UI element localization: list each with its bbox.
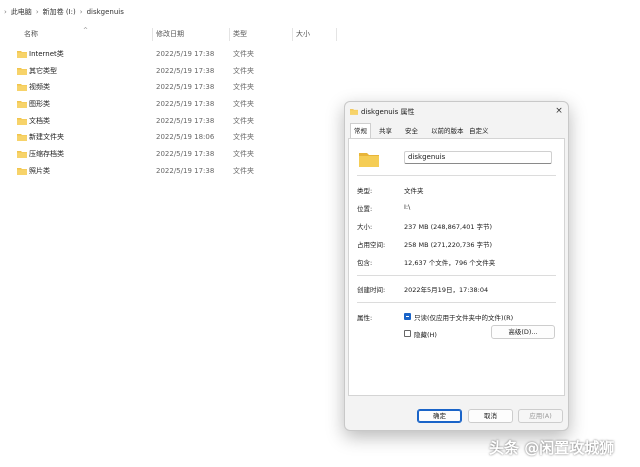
tab-previous-versions[interactable]: 以前的版本 [428, 124, 467, 138]
tab-customize[interactable]: 自定义 [466, 124, 492, 138]
column-divider[interactable] [229, 28, 230, 41]
location-label: 位置: [357, 205, 373, 213]
column-header-type[interactable]: 类型 [233, 26, 247, 42]
location-value: I:\ [404, 203, 411, 211]
properties-dialog: diskgenuis 属性 × 常规 共享 安全 以前的版本 自定义 类型: 文… [344, 101, 569, 431]
folder-name-input[interactable] [404, 151, 552, 164]
breadcrumb-this-pc[interactable]: 此电脑 [11, 7, 32, 17]
size-label: 大小: [357, 223, 373, 231]
tab-sharing[interactable]: 共享 [376, 124, 395, 138]
readonly-checkbox[interactable] [404, 313, 411, 320]
folder-icon [17, 84, 27, 92]
close-icon[interactable]: × [553, 105, 565, 117]
chevron-right-icon: › [35, 8, 39, 16]
file-type: 文件夹 [233, 50, 254, 58]
file-name: Internet类 [29, 50, 64, 58]
hidden-checkbox[interactable] [404, 330, 411, 337]
file-type: 文件夹 [233, 100, 254, 109]
column-header-row: ^ 名称 修改日期 类型 大小 [0, 26, 640, 42]
breadcrumb-volume[interactable]: 新加卷 (I:) [43, 7, 76, 17]
column-header-name[interactable]: 名称 [24, 26, 38, 42]
column-divider[interactable] [152, 28, 153, 41]
file-name: 文档类 [29, 116, 50, 125]
table-row[interactable]: 视频类 2022/5/19 17:38 文件夹 [0, 79, 640, 96]
file-name: 新建文件夹 [29, 133, 64, 142]
sort-up-icon: ^ [83, 27, 89, 34]
file-name: 其它类型 [29, 66, 57, 75]
file-date: 2022/5/19 17:38 [156, 50, 215, 58]
folder-icon [17, 167, 27, 175]
file-type: 文件夹 [233, 66, 254, 75]
dialog-title-bar[interactable]: diskgenuis 属性 × [345, 102, 568, 122]
file-name: 视频类 [29, 83, 50, 92]
breadcrumb: › 此电脑 › 新加卷 (I:) › diskgenuis [0, 0, 640, 24]
folder-icon [17, 67, 27, 75]
file-type: 文件夹 [233, 166, 254, 175]
file-type: 文件夹 [233, 150, 254, 159]
divider [357, 302, 556, 303]
file-date: 2022/5/19 18:06 [156, 133, 215, 142]
folder-icon [17, 151, 27, 159]
column-header-date[interactable]: 修改日期 [156, 26, 184, 42]
apply-button[interactable]: 应用(A) [518, 409, 563, 423]
readonly-label[interactable]: 只读(仅应用于文件夹中的文件)(R) [414, 312, 513, 322]
file-type: 文件夹 [233, 83, 254, 92]
file-date: 2022/5/19 17:38 [156, 166, 215, 175]
folder-icon [350, 109, 358, 115]
folder-icon [17, 101, 27, 109]
breadcrumb-folder[interactable]: diskgenuis [87, 8, 124, 16]
watermark: 头条 @闲置攻城狮 [489, 439, 615, 457]
size-on-disk-value: 258 MB (271,220,736 字节) [404, 241, 493, 249]
file-type: 文件夹 [233, 133, 254, 142]
file-type: 文件夹 [233, 116, 254, 125]
file-name: 图形类 [29, 100, 50, 109]
size-on-disk-label: 占用空间: [357, 241, 386, 249]
table-row[interactable]: Internet类 2022/5/19 17:38 文件夹 [0, 46, 640, 63]
type-value: 文件夹 [404, 187, 424, 195]
chevron-right-icon: › [79, 8, 83, 16]
type-label: 类型: [357, 187, 373, 195]
folder-icon [17, 134, 27, 142]
file-date: 2022/5/19 17:38 [156, 66, 215, 75]
folder-icon [17, 51, 27, 58]
file-name: 压缩存档类 [29, 150, 64, 159]
column-divider[interactable] [336, 28, 337, 41]
ok-button[interactable]: 确定 [417, 409, 462, 423]
tab-security[interactable]: 安全 [402, 124, 421, 138]
column-divider[interactable] [292, 28, 293, 41]
contains-label: 包含: [357, 259, 373, 267]
general-panel: 类型: 文件夹 位置: I:\ 大小: 237 MB (248,867,401 … [348, 138, 565, 396]
dialog-tabs: 常规 共享 安全 以前的版本 自定义 [348, 123, 565, 139]
file-name: 照片类 [29, 166, 50, 175]
table-row[interactable]: 其它类型 2022/5/19 17:38 文件夹 [0, 63, 640, 80]
file-date: 2022/5/19 17:38 [156, 150, 215, 159]
cancel-button[interactable]: 取消 [468, 409, 513, 423]
file-date: 2022/5/19 17:38 [156, 100, 215, 109]
file-date: 2022/5/19 17:38 [156, 116, 215, 125]
divider [357, 175, 556, 176]
tab-general[interactable]: 常规 [350, 123, 371, 139]
divider [357, 275, 556, 276]
advanced-button[interactable]: 高级(D)... [491, 325, 555, 339]
column-header-size[interactable]: 大小 [296, 26, 310, 42]
chevron-right-icon: › [4, 8, 7, 16]
created-value: 2022年5月19日，17:38:04 [404, 286, 489, 294]
contains-value: 12,637 个文件，796 个文件夹 [404, 259, 496, 267]
folder-icon [17, 117, 27, 125]
attributes-label: 属性: [357, 314, 373, 322]
hidden-label[interactable]: 隐藏(H) [414, 329, 437, 339]
file-date: 2022/5/19 17:38 [156, 83, 215, 92]
created-label: 创建时间: [357, 286, 386, 294]
folder-icon [359, 153, 379, 167]
dialog-title: diskgenuis 属性 [361, 108, 415, 116]
size-value: 237 MB (248,867,401 字节) [404, 223, 493, 231]
